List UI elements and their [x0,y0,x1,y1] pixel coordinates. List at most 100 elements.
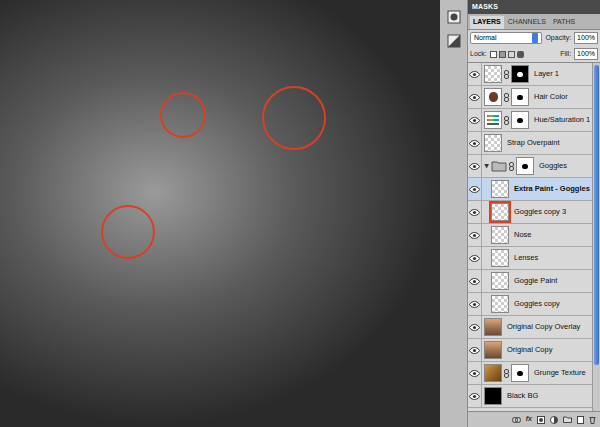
link-icon[interactable] [504,369,509,378]
layer-row[interactable]: Goggles copy [468,293,592,316]
photoshop-window: MASKSLAYERSCHANNELSPATHSNormalOpacity:10… [0,0,600,427]
eye-icon[interactable] [469,347,480,354]
layer-row[interactable]: Original Copy Overlay [468,316,592,339]
adjustment-thumbnail [484,111,502,129]
trash-icon[interactable] [589,416,596,424]
lock-all-icon[interactable] [517,51,524,58]
eye-icon[interactable] [469,301,480,308]
panel-tab[interactable]: LAYERS [470,16,504,29]
eye-icon[interactable] [469,278,480,285]
layer-row[interactable]: Goggles copy 3 [468,201,592,224]
eye-icon[interactable] [469,324,480,331]
dock-icon-strip [440,0,468,427]
adjustment-layer-icon[interactable] [550,416,558,424]
link-icon[interactable] [504,93,509,102]
opacity-field[interactable]: 100% [574,32,598,44]
masks-panel-icon[interactable] [447,10,461,24]
layer-thumbnail [484,318,502,336]
annotation-circle [101,205,155,259]
scrollbar[interactable] [592,63,600,411]
layer-row[interactable]: Hair Color [468,86,592,109]
lock-image-icon[interactable] [499,51,506,58]
adjustments-panel-icon[interactable] [447,34,461,48]
eye-icon[interactable] [469,232,480,239]
folder-icon [491,160,507,172]
layer-thumbnail [484,65,502,83]
eye-icon[interactable] [469,209,480,216]
layer-thumbnail [491,180,509,198]
panel-tabs: LAYERSCHANNELSPATHS [468,14,600,30]
blend-mode-select[interactable]: Normal [470,32,542,44]
link-icon[interactable] [504,116,509,125]
layer-name: Lenses [511,252,538,263]
lock-row: Lock:Fill:100% [468,46,600,63]
layer-name: Goggles copy 3 [511,206,566,217]
eye-icon[interactable] [469,140,480,147]
layer-name: Strap Overpaint [504,137,560,148]
eye-icon[interactable] [469,117,480,124]
layer-thumbnail [491,272,509,290]
eye-icon[interactable] [469,393,480,400]
eye-icon[interactable] [469,94,480,101]
layer-mask-thumbnail[interactable] [511,88,529,106]
add-mask-icon[interactable] [537,416,545,424]
layer-row[interactable]: Black BG [468,385,592,408]
layer-mask-thumbnail[interactable] [511,111,529,129]
layer-row[interactable]: Grunge Texture [468,362,592,385]
canvas-photo [0,0,440,427]
eye-icon[interactable] [469,163,480,170]
layer-row[interactable]: Lenses [468,247,592,270]
layer-thumbnail [491,295,509,313]
panel-tab[interactable]: CHANNELS [505,16,549,29]
layer-name: Hair Color [531,91,568,102]
panel-toolbar: fx [468,411,600,427]
eye-icon[interactable] [469,71,480,78]
expand-triangle-icon[interactable]: ▶ [482,164,491,169]
panel-tab[interactable]: PATHS [550,16,578,29]
layer-thumbnail [491,203,509,221]
layer-name: Extra Paint - Goggles [511,183,590,194]
layer-thumbnail [484,88,502,106]
layer-thumbnail [484,364,502,382]
layer-thumbnail [484,341,502,359]
layer-thumbnail [484,134,502,152]
layer-name: Goggles [536,160,567,171]
link-layers-icon[interactable] [512,417,521,423]
layer-mask-thumbnail[interactable] [516,157,534,175]
layer-row[interactable]: Original Copy [468,339,592,362]
layer-row[interactable]: ▶ Goggles [468,155,592,178]
fill-field[interactable]: 100% [574,48,598,60]
layer-name: Original Copy [504,344,552,355]
eye-icon[interactable] [469,370,480,377]
link-icon[interactable] [509,162,514,171]
layers-list: Layer 1 Hair Color Hue/Saturation 1 Strap O… [468,63,600,411]
layer-mask-thumbnail[interactable] [511,364,529,382]
layer-name: Original Copy Overlay [504,321,580,332]
layer-name: Black BG [504,390,538,401]
eye-icon[interactable] [469,186,480,193]
layer-mask-thumbnail[interactable] [511,65,529,83]
lock-transparent-icon[interactable] [490,51,497,58]
layer-thumbnail [491,249,509,267]
blend-row: NormalOpacity:100% [468,30,600,46]
layer-name: Grunge Texture [531,367,586,378]
new-layer-icon[interactable] [577,416,584,424]
lock-position-icon[interactable] [508,51,515,58]
annotation-circle [160,92,206,138]
layer-row[interactable]: Extra Paint - Goggles [468,178,592,201]
layer-row[interactable]: Layer 1 [468,63,592,86]
layer-row[interactable]: Nose [468,224,592,247]
layer-name: Goggles copy [511,298,560,309]
eye-icon[interactable] [469,255,480,262]
new-group-icon[interactable] [563,416,572,423]
fx-button[interactable]: fx [526,414,532,425]
link-icon[interactable] [504,70,509,79]
layer-name: Hue/Saturation 1 [531,114,590,125]
layer-name: Layer 1 [531,68,559,79]
layer-thumbnail [491,226,509,244]
layer-row[interactable]: Strap Overpaint [468,132,592,155]
layer-row[interactable]: Hue/Saturation 1 [468,109,592,132]
layers-panel: MASKSLAYERSCHANNELSPATHSNormalOpacity:10… [468,0,600,427]
layer-thumbnail [484,387,502,405]
layer-row[interactable]: Goggle Paint [468,270,592,293]
